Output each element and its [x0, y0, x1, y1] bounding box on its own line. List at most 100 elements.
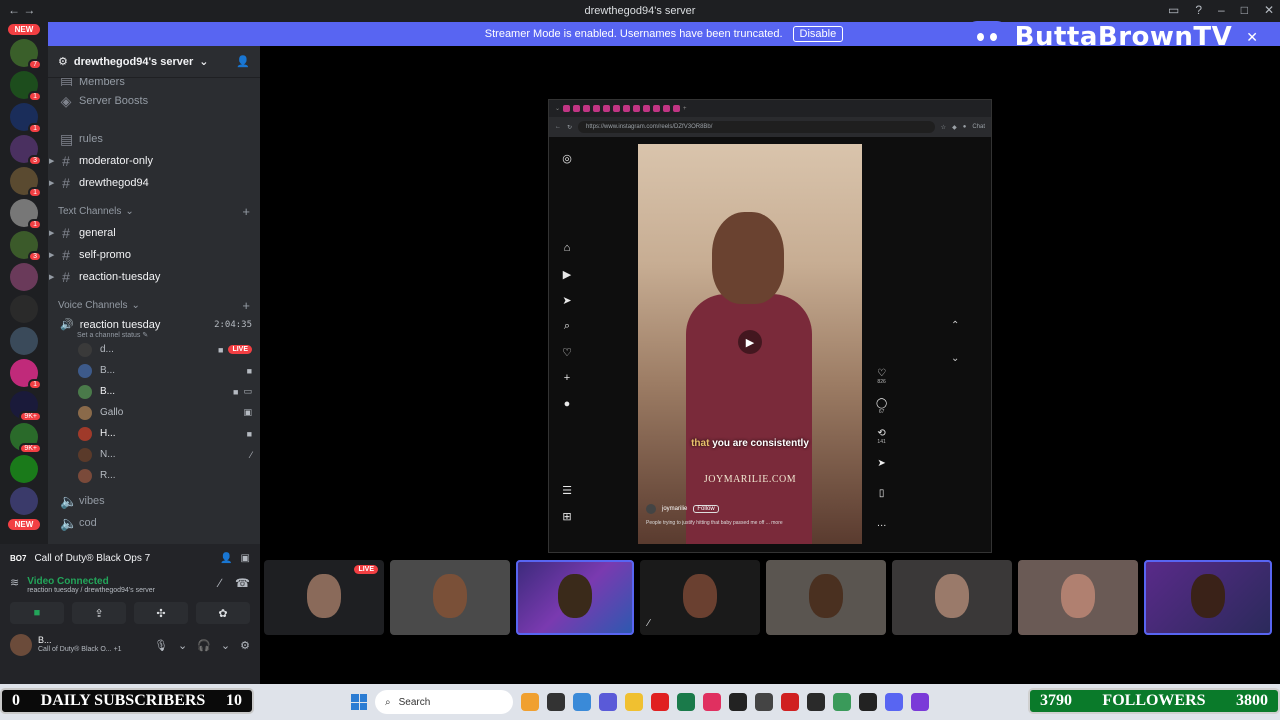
- youtube-icon[interactable]: [651, 693, 669, 711]
- soundboard-button[interactable]: ✿: [196, 602, 250, 624]
- channel-server-boosts[interactable]: ◈ Server Boosts: [48, 90, 260, 112]
- chevron-down-icon[interactable]: ⌄: [951, 353, 959, 364]
- reel-description[interactable]: People trying to justify hitting that ba…: [646, 520, 783, 526]
- app-icon[interactable]: [781, 693, 799, 711]
- server-icon[interactable]: 1: [10, 167, 42, 198]
- tab-icon[interactable]: [663, 105, 671, 112]
- create-icon[interactable]: +: [564, 372, 570, 398]
- server-icon[interactable]: 1: [10, 103, 42, 134]
- chevron-down-icon[interactable]: ⌄: [221, 639, 230, 652]
- chrome-icon[interactable]: [833, 693, 851, 711]
- taskbar-search[interactable]: ⌕ Search: [375, 690, 513, 714]
- chevron-up-icon[interactable]: ⌃: [951, 320, 959, 331]
- channel-moderator-only[interactable]: ▶ # moderator-only: [48, 150, 260, 172]
- voice-user[interactable]: B... ■: [48, 360, 260, 381]
- invite-icon[interactable]: 👤: [236, 55, 250, 68]
- tab-icon[interactable]: [603, 105, 611, 112]
- server-icon[interactable]: [10, 295, 38, 323]
- tiktok-icon[interactable]: [703, 693, 721, 711]
- more-icon[interactable]: …: [877, 518, 887, 529]
- participant-tile[interactable]: [390, 560, 510, 635]
- invite-friends-icon[interactable]: 👤: [220, 553, 232, 564]
- channel-status[interactable]: Set a channel status ✎: [60, 331, 252, 339]
- reels-icon[interactable]: ▶: [563, 268, 571, 294]
- home-icon[interactable]: ⌂: [564, 242, 571, 268]
- share-icon[interactable]: ➤: [877, 458, 885, 469]
- profile-icon[interactable]: ●: [564, 398, 571, 424]
- chat-button[interactable]: Chat: [972, 124, 985, 130]
- app-icon[interactable]: [547, 693, 565, 711]
- profile-icon[interactable]: ●: [963, 124, 967, 130]
- extensions-icon[interactable]: ◆: [952, 124, 957, 131]
- app-icon[interactable]: [573, 693, 591, 711]
- instagram-icon[interactable]: ◎: [562, 152, 572, 178]
- server-icon[interactable]: 3: [10, 231, 42, 262]
- voice-channel-reaction-tuesday[interactable]: 🔊 reaction tuesday 2:04:35 Set a channel…: [48, 316, 260, 340]
- search-icon[interactable]: ⌕: [564, 320, 570, 346]
- server-icon[interactable]: 7: [10, 39, 42, 70]
- disable-button[interactable]: Disable: [792, 26, 844, 42]
- server-icon[interactable]: 1: [10, 199, 42, 230]
- headphones-icon[interactable]: 🎧: [197, 639, 211, 652]
- windows-start-icon[interactable]: [351, 694, 367, 710]
- activity-row[interactable]: BO7 Call of Duty® Black Ops 7 👤 ▣: [0, 544, 260, 572]
- reload-icon[interactable]: ↻: [567, 124, 572, 131]
- tab-icon[interactable]: [593, 105, 601, 112]
- screen-share-button[interactable]: ⇪: [72, 602, 126, 624]
- category-text-channels[interactable]: Text Channels ⌄ +: [48, 200, 260, 222]
- participant-tile[interactable]: ∕: [640, 560, 760, 635]
- server-header[interactable]: ⚙ drewthegod94's server ⌄ 👤: [48, 46, 260, 78]
- app-icon[interactable]: [859, 693, 877, 711]
- disconnect-icon[interactable]: ☎: [235, 576, 250, 590]
- server-icon[interactable]: 1: [10, 359, 42, 390]
- chevron-down-icon[interactable]: ⌄: [178, 639, 187, 652]
- close-icon[interactable]: ✕: [1264, 3, 1274, 17]
- add-channel-icon[interactable]: +: [242, 204, 250, 219]
- channel-members[interactable]: ▤ Members: [48, 78, 260, 86]
- channel-self-promo[interactable]: ▶ # self-promo: [48, 244, 260, 266]
- participant-tile[interactable]: [892, 560, 1012, 635]
- server-icon[interactable]: [10, 487, 38, 515]
- star-icon[interactable]: ☆: [941, 124, 946, 131]
- channel-general[interactable]: ▶ # general: [48, 222, 260, 244]
- app-icon[interactable]: [755, 693, 773, 711]
- participant-tile[interactable]: [1018, 560, 1138, 635]
- participant-tile[interactable]: [766, 560, 886, 635]
- app-icon[interactable]: [677, 693, 695, 711]
- url-field[interactable]: https://www.instagram.com/reels/DZfV3OR8…: [578, 121, 935, 133]
- server-icon[interactable]: [10, 455, 38, 483]
- banner-close-icon[interactable]: ✕: [1246, 29, 1258, 46]
- server-icon[interactable]: [10, 263, 38, 291]
- participant-tile[interactable]: [1144, 560, 1272, 635]
- avatar[interactable]: [646, 504, 656, 514]
- category-voice-channels[interactable]: Voice Channels ⌄ +: [48, 294, 260, 316]
- tab-icon[interactable]: [613, 105, 621, 112]
- avatar[interactable]: [10, 634, 32, 656]
- tab-icon[interactable]: [563, 105, 571, 112]
- server-icon[interactable]: [10, 327, 38, 355]
- gear-icon[interactable]: ⚙: [240, 639, 250, 652]
- channel-cod[interactable]: 🔈 cod: [48, 512, 260, 534]
- new-tab-icon[interactable]: +: [683, 106, 687, 112]
- bookmark-icon[interactable]: ▯: [879, 488, 885, 499]
- channel-rules[interactable]: ▤ rules: [48, 128, 260, 150]
- app-icon[interactable]: [521, 693, 539, 711]
- voice-user[interactable]: Gallo ▣: [48, 402, 260, 423]
- repost-icon[interactable]: ⟲: [877, 428, 885, 439]
- camera-button[interactable]: ■: [10, 602, 64, 624]
- activities-button[interactable]: ✣: [134, 602, 188, 624]
- add-channel-icon[interactable]: +: [242, 298, 250, 313]
- play-icon[interactable]: ▶: [738, 330, 762, 354]
- like-icon[interactable]: ♡: [877, 368, 886, 379]
- heart-icon[interactable]: ♡: [562, 346, 572, 372]
- follow-button[interactable]: Follow: [693, 505, 719, 513]
- app-icon[interactable]: [599, 693, 617, 711]
- account-name[interactable]: joymarilie: [662, 506, 687, 512]
- tab-icon[interactable]: [573, 105, 581, 112]
- connection-status[interactable]: Video Connected: [27, 576, 155, 587]
- voice-user[interactable]: N... ⁄: [48, 444, 260, 465]
- tab-icon[interactable]: [633, 105, 641, 112]
- server-icon[interactable]: 9K+: [10, 423, 42, 454]
- server-icon[interactable]: 1: [10, 71, 42, 102]
- app-icon[interactable]: [807, 693, 825, 711]
